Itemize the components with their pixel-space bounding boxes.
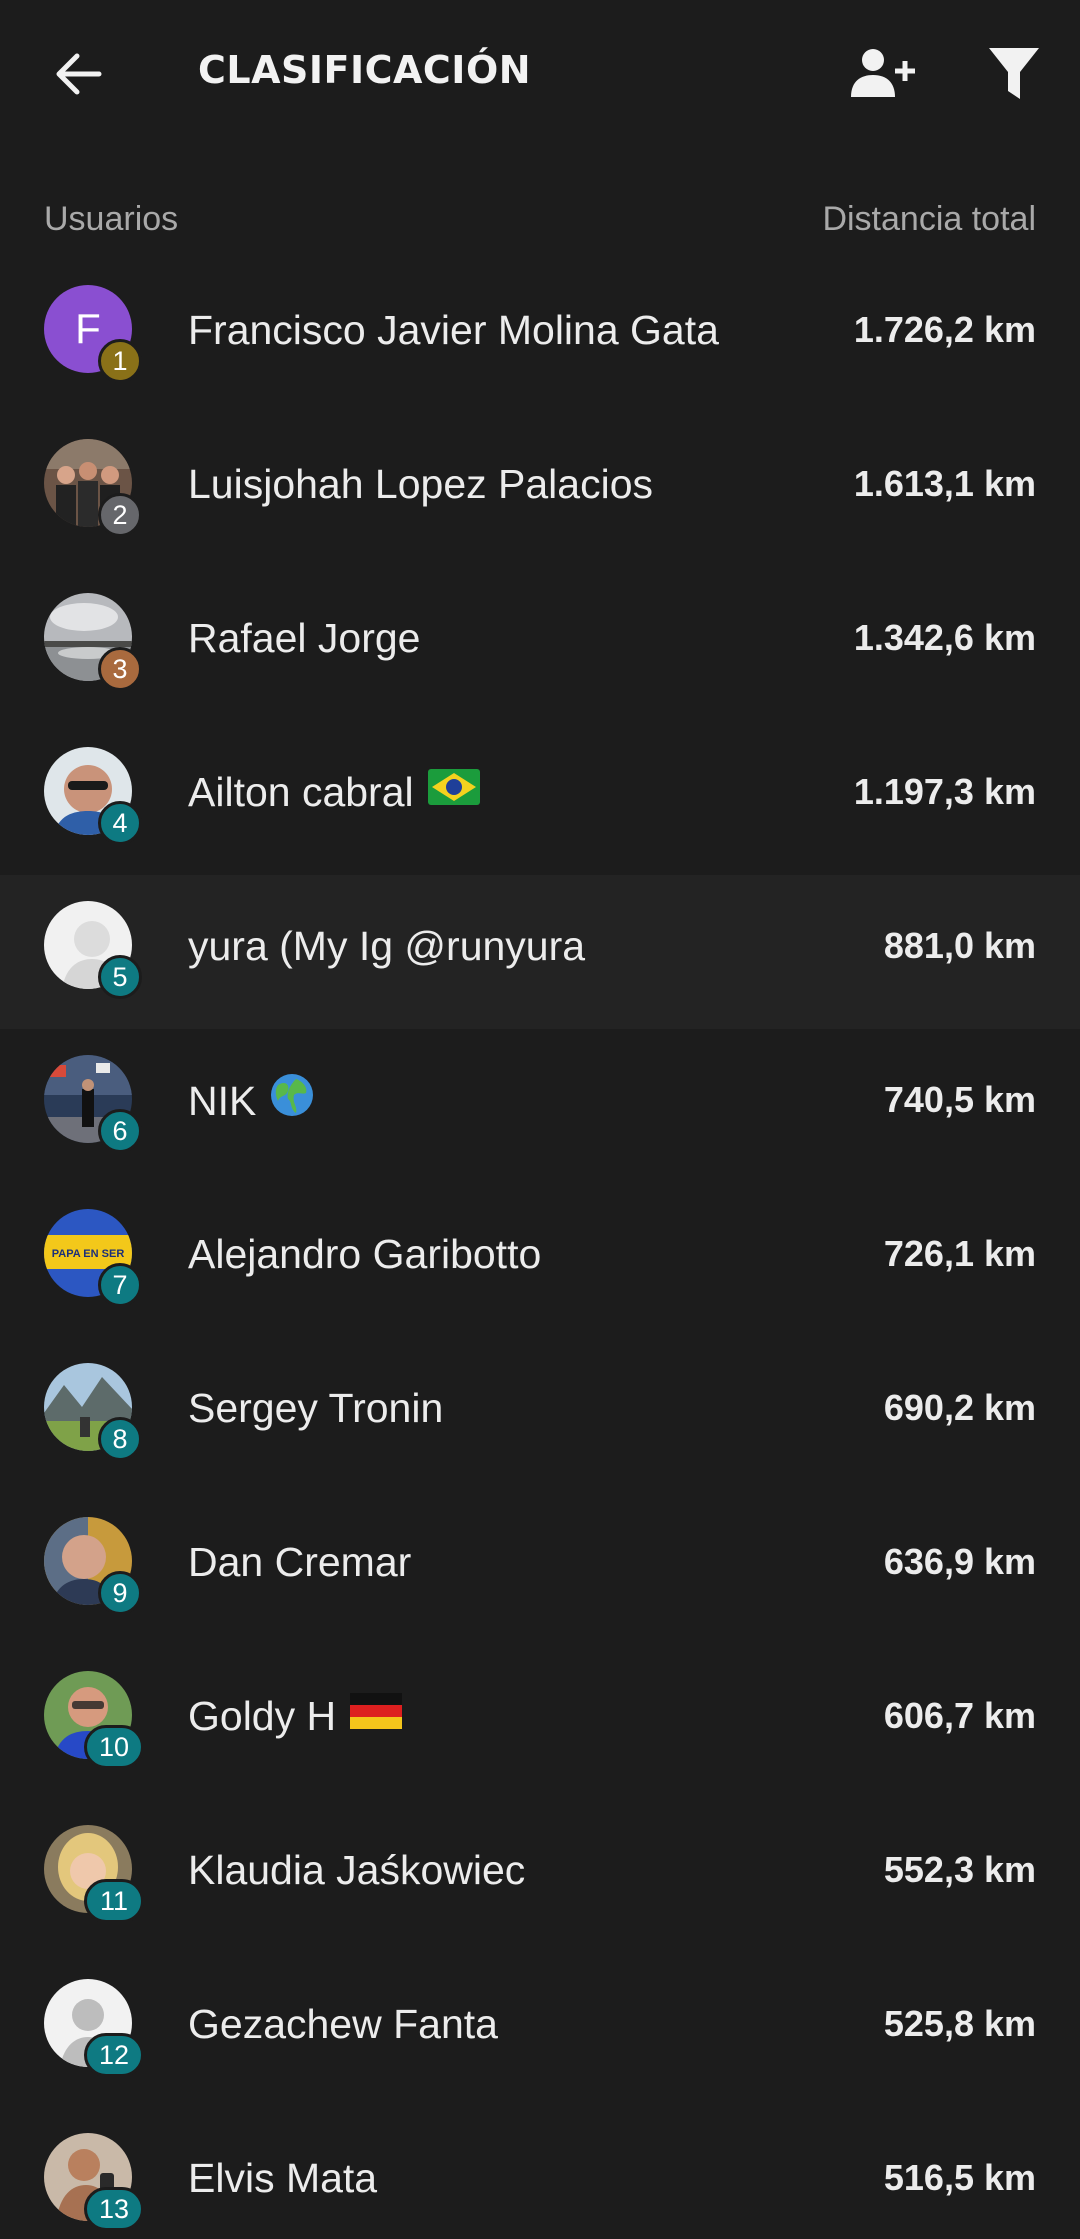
user-name: Gezachew Fanta [188, 2001, 498, 2047]
rank-badge: 1 [98, 339, 142, 383]
rank-badge: 4 [98, 801, 142, 845]
user-name-text: NIK [188, 1077, 257, 1124]
user-name: Dan Cremar [188, 1539, 412, 1585]
avatar-initial: F [75, 305, 101, 352]
page-title: CLASIFICACIÓN [198, 48, 532, 92]
list-item[interactable]: 3 Rafael Jorge 1.342,6 km [0, 567, 1080, 721]
user-name: Ailton cabral [188, 768, 480, 819]
rank-badge: 8 [98, 1417, 142, 1461]
column-header: Usuarios Distancia total [0, 190, 1080, 256]
filter-button[interactable] [978, 38, 1050, 108]
rank-badge: 7 [98, 1263, 142, 1307]
rank-badge: 3 [98, 647, 142, 691]
total-distance: 1.613,1 km [853, 463, 1036, 504]
total-distance: 552,3 km [883, 1849, 1036, 1890]
total-distance: 690,2 km [883, 1387, 1036, 1428]
total-distance: 726,1 km [883, 1233, 1036, 1274]
add-friend-button[interactable] [842, 38, 922, 108]
rank-badge: 9 [98, 1571, 142, 1615]
user-name: Klaudia Jaśkowiec [188, 1847, 526, 1893]
arrow-left-icon [56, 53, 102, 95]
total-distance: 516,5 km [883, 2157, 1036, 2198]
list-item[interactable]: 9 Dan Cremar 636,9 km [0, 1491, 1080, 1645]
total-distance: 740,5 km [883, 1079, 1036, 1120]
rank-badge: 10 [84, 1725, 144, 1769]
user-name: Goldy H [188, 1692, 403, 1743]
user-name: Alejandro Garibotto [188, 1231, 542, 1277]
rank-badge: 2 [98, 493, 142, 537]
rank-badge: 6 [98, 1109, 142, 1153]
list-item[interactable]: 8 Sergey Tronin 690,2 km [0, 1337, 1080, 1491]
total-distance: 525,8 km [883, 2003, 1036, 2044]
list-item[interactable]: 12 Gezachew Fanta 525,8 km [0, 1953, 1080, 2107]
total-distance: 1.342,6 km [853, 617, 1036, 658]
total-distance: 1.197,3 km [853, 771, 1036, 812]
avatar-caption: PAPA EN SER [52, 1248, 125, 1260]
total-distance: 1.726,2 km [853, 309, 1036, 350]
leaderboard-list: F 1 Francisco Javier Molina Gata 1.726,2… [0, 259, 1080, 2239]
list-item[interactable]: 10 Goldy H 606,7 km [0, 1645, 1080, 1799]
user-name: Francisco Javier Molina Gata [188, 307, 719, 353]
user-name: Elvis Mata [188, 2155, 378, 2201]
rank-badge: 11 [84, 1879, 144, 1923]
app-bar: CLASIFICACIÓN [0, 0, 1080, 140]
list-item[interactable]: F 1 Francisco Javier Molina Gata 1.726,2… [0, 259, 1080, 413]
list-item[interactable]: 5 yura (My Ig @runyura 881,0 km [0, 875, 1080, 1029]
list-item[interactable]: 2 Luisjohah Lopez Palacios 1.613,1 km [0, 413, 1080, 567]
user-name-text: Goldy H [188, 1693, 337, 1739]
list-item[interactable]: 6 NIK 740,5 km [0, 1029, 1080, 1183]
rank-badge: 5 [98, 955, 142, 999]
user-name: Rafael Jorge [188, 615, 421, 661]
list-item[interactable]: PAPA EN SER 7 Alejandro Garibotto 726,1 … [0, 1183, 1080, 1337]
user-name: yura (My Ig @runyura [188, 923, 586, 969]
list-item[interactable]: 13 Elvis Mata 516,5 km [0, 2107, 1080, 2239]
person-add-icon [851, 49, 915, 97]
distance-column-label: Distancia total [822, 200, 1036, 238]
back-button[interactable] [44, 40, 112, 108]
globe-icon [270, 1073, 314, 1127]
total-distance: 606,7 km [883, 1695, 1036, 1736]
funnel-filter-icon [989, 48, 1039, 99]
rank-badge: 12 [84, 2033, 144, 2077]
user-name: NIK [188, 1074, 314, 1131]
users-column-label: Usuarios [44, 200, 179, 238]
germany-flag-icon [350, 1692, 403, 1739]
rank-badge: 13 [84, 2187, 144, 2231]
user-name: Sergey Tronin [188, 1385, 444, 1431]
user-name-text: Ailton cabral [188, 769, 414, 815]
leaderboard-screen: CLASIFICACIÓN Usuarios Distancia total F [0, 0, 1080, 2239]
list-item[interactable]: 11 Klaudia Jaśkowiec 552,3 km [0, 1799, 1080, 1953]
user-name: Luisjohah Lopez Palacios [188, 461, 653, 507]
brazil-flag-icon [427, 768, 480, 815]
total-distance: 881,0 km [883, 925, 1036, 966]
total-distance: 636,9 km [883, 1541, 1036, 1582]
list-item[interactable]: 4 Ailton cabral 1.197,3 km [0, 721, 1080, 875]
